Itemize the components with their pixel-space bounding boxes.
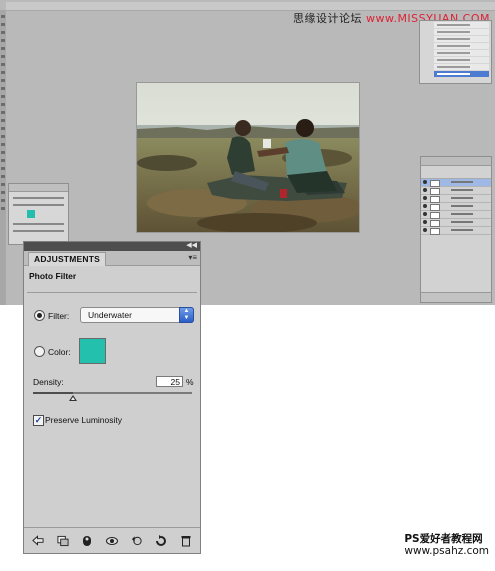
density-label: Density: [33,377,64,387]
filter-dropdown-value: Underwater [88,310,132,320]
layer-row[interactable] [421,187,491,195]
history-selected-row[interactable] [434,71,489,77]
panel-title: Photo Filter [29,271,77,281]
preserve-luminosity-checkbox[interactable]: ✓ [33,415,44,426]
divider [27,292,197,293]
collapse-panel-icon[interactable]: ◀◀ [186,241,197,251]
density-slider-fill [33,392,73,394]
preserve-luminosity-label: Preserve Luminosity [45,415,123,425]
adjustments-panel: ◀◀ ADJUSTMENTS ▾≡ Photo Filter Filter: U… [23,241,201,554]
layer-row[interactable] [421,227,491,235]
color-swatch[interactable] [79,338,106,364]
watermark-bottom-title: PS爱好者教程网 [404,533,483,545]
tab-adjustments[interactable]: ADJUSTMENTS [28,252,106,266]
layer-row[interactable] [421,179,491,187]
expanded-view-icon[interactable] [57,535,69,547]
view-previous-icon[interactable] [131,535,143,547]
visibility-eye-icon[interactable] [105,535,118,547]
delete-icon[interactable] [180,535,192,547]
color-label: Color: [48,347,71,357]
layer-row[interactable] [421,211,491,219]
density-input[interactable]: 25 [156,376,183,387]
panel-titlebar[interactable]: ◀◀ [24,242,200,251]
panel-bottom-toolbar [24,528,200,553]
clip-layer-icon[interactable] [81,535,93,547]
photo-image [137,83,359,232]
layer-row[interactable] [421,195,491,203]
document-photo[interactable] [137,83,359,232]
panel-tab-row: ADJUSTMENTS ▾≡ [24,251,200,266]
panel-menu-icon[interactable]: ▾≡ [188,253,197,263]
layers-footer-toolbar[interactable] [421,292,491,302]
dropdown-arrows-icon: ▲ ▼ [179,307,194,323]
filter-label: Filter: [48,311,70,321]
filter-radio[interactable] [34,310,45,321]
layer-row[interactable] [421,203,491,211]
density-unit: % [186,377,194,387]
tools-panel[interactable] [0,10,6,305]
mini-adjustments-panel[interactable] [8,183,69,245]
filter-dropdown[interactable]: Underwater ▲ ▼ [80,307,194,323]
watermark-top-text: 思缘设计论坛 [292,12,362,25]
layers-tab-header[interactable] [421,157,491,166]
layers-panel[interactable] [420,156,492,303]
back-arrow-icon[interactable] [32,535,44,547]
reset-icon[interactable] [155,534,167,547]
density-slider-thumb[interactable] [68,395,77,401]
layer-row[interactable] [421,219,491,227]
color-radio[interactable] [34,346,45,357]
history-panel[interactable] [419,20,492,84]
layers-blend-options[interactable] [421,166,491,179]
watermark-bottom-url: www.psahz.com [404,545,489,557]
density-slider-track[interactable] [33,392,192,394]
watermark-bottom: PS爱好者教程网 www.psahz.com [404,533,489,557]
